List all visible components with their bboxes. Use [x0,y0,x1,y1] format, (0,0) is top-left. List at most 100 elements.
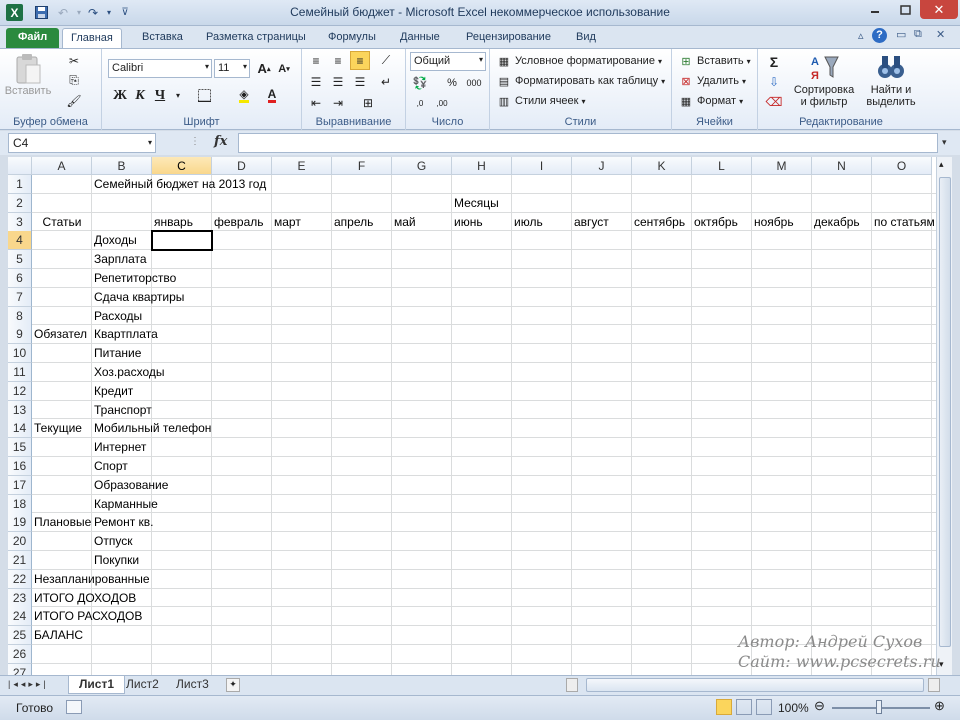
cell-e3[interactable]: март [272,213,301,232]
cell-b13[interactable]: Транспорт [92,401,152,420]
column-header-l[interactable]: L [692,157,752,175]
insert-sheet-icon[interactable]: ✦ [226,678,240,692]
row-header-3[interactable]: 3 [8,212,32,232]
row-header-5[interactable]: 5 [8,250,32,270]
zoom-out-icon[interactable]: ⊖ [814,698,825,714]
cell-n3[interactable]: декабрь [812,213,860,232]
cell-b12[interactable]: Кредит [92,382,133,401]
row-header-2[interactable]: 2 [8,193,32,213]
decrease-indent-icon[interactable]: ⇤ [306,93,326,112]
cell-b11[interactable]: Хоз.расходы [92,363,165,382]
row-header-19[interactable]: 19 [8,513,32,533]
cell-b9[interactable]: Квартплата [92,325,158,344]
percent-icon[interactable]: % [442,73,462,92]
cell-b15[interactable]: Интернет [92,438,146,457]
row-header-27[interactable]: 27 [8,663,32,675]
zoom-in-icon[interactable]: ⊕ [934,698,945,714]
cell-b7[interactable]: Сдача квартиры [92,288,184,307]
copy-icon[interactable]: ⎘ [64,71,84,90]
cell-l3[interactable]: октябрь [692,213,738,232]
tab-data[interactable]: Данные [392,28,448,48]
tab-view[interactable]: Вид [568,28,604,48]
workbook-close-icon[interactable]: ✕ [936,28,945,41]
cell-g3[interactable]: май [392,213,416,232]
cell-a19[interactable]: Плановые [32,513,91,532]
expand-formula-bar-icon[interactable]: ▾ [942,137,947,148]
row-header-23[interactable]: 23 [8,588,32,608]
scroll-thumb[interactable] [939,177,951,647]
cell-b20[interactable]: Отпуск [92,532,132,551]
italic-button[interactable]: К [130,86,150,105]
insert-function-button[interactable]: fx [214,134,227,149]
merge-center-icon[interactable]: ⊞ [358,93,378,112]
row-header-17[interactable]: 17 [8,475,32,495]
column-header-m[interactable]: M [752,157,812,175]
underline-button[interactable]: Ч [150,86,170,105]
column-header-f[interactable]: F [332,157,392,175]
tab-insert[interactable]: Вставка [134,28,191,48]
row-header-14[interactable]: 14 [8,419,32,439]
font-name-combo[interactable]: Calibri ▾ [108,59,212,78]
column-header-d[interactable]: D [212,157,272,175]
currency-icon[interactable]: 💱 [410,73,430,92]
macro-record-icon[interactable] [66,700,82,714]
workbook-minimize-icon[interactable]: ▭ [896,28,906,41]
sheet-tab-3[interactable]: Лист3 [166,676,219,694]
cell-a9[interactable]: Обязател [32,325,87,344]
cell-b18[interactable]: Карманные [92,495,158,514]
cell-b14[interactable]: Мобильный телефон [92,419,211,438]
cell-b17[interactable]: Образование [92,476,168,495]
cell-a24[interactable]: ИТОГО РАСХОДОВ [32,607,142,626]
cell-b16[interactable]: Спорт [92,457,128,476]
format-painter-icon[interactable]: 🖌 [64,91,84,110]
find-select-button[interactable]: Найти и выделить [862,53,920,108]
cell-a25[interactable]: БАЛАНС [32,626,83,645]
cell-h3[interactable]: июнь [452,213,483,232]
hscroll-right-icon[interactable] [928,678,940,692]
name-box[interactable]: C4 ▾ [8,133,156,153]
tab-home[interactable]: Главная [62,28,122,48]
decrease-decimal-icon[interactable]: ,00 [432,94,452,113]
cell-b5[interactable]: Зарплата [92,250,147,269]
cell-b21[interactable]: Покупки [92,551,139,570]
delete-cells-button[interactable]: ⊠ Удалить ▾ [678,73,746,89]
align-middle-icon[interactable]: ≡ [328,51,348,70]
close-icon[interactable]: ✕ [920,0,958,19]
formula-bar-handle-icon[interactable]: ⋮ [190,136,200,147]
sort-filter-button[interactable]: AЯ Сортировка и фильтр [792,53,856,108]
format-as-table-button[interactable]: ▤ Форматировать как таблицу ▾ [496,73,665,89]
cell-b6[interactable]: Репетиторство [92,269,176,288]
cut-icon[interactable]: ✂ [64,51,84,70]
conditional-formatting-button[interactable]: ▦ Условное форматирование ▾ [496,53,662,69]
row-header-11[interactable]: 11 [8,363,32,382]
borders-icon[interactable] [194,86,214,105]
column-header-c[interactable]: C [152,157,212,175]
cell-m3[interactable]: ноябрь [752,213,794,232]
help-icon[interactable]: ? [872,28,887,43]
column-header-b[interactable]: B [92,157,152,175]
row-header-22[interactable]: 22 [8,569,32,589]
page-layout-view-icon[interactable] [736,699,752,715]
active-cell-border[interactable] [151,230,213,252]
minimize-icon[interactable] [860,0,890,19]
column-header-j[interactable]: J [572,157,632,175]
row-header-25[interactable]: 25 [8,626,32,646]
tab-review[interactable]: Рецензирование [458,28,559,48]
vertical-scrollbar[interactable]: ▴ ▾ [936,157,952,675]
cell-b8[interactable]: Расходы [92,307,142,326]
cell-h2[interactable]: Месяцы [452,194,499,213]
cell-k3[interactable]: сентябрь [632,213,685,232]
cell-b10[interactable]: Питание [92,344,141,363]
cell-a23[interactable]: ИТОГО ДОХОДОВ [32,589,136,608]
column-header-e[interactable]: E [272,157,332,175]
clear-icon[interactable]: ⌫ [764,92,784,111]
ribbon-minimize-icon[interactable]: ▵ [858,29,864,42]
number-format-combo[interactable]: Общий ▾ [410,52,486,71]
row-header-12[interactable]: 12 [8,381,32,401]
font-size-combo[interactable]: 11 ▾ [214,59,250,78]
cell-c3[interactable]: январь [152,213,193,232]
align-bottom-icon[interactable]: ≡ [350,51,370,70]
worksheet-grid[interactable]: A B C D E F G H I J K L M N O 1 2 3 4 5 6 7 8 9 10 11 12 13 14 15 16 17… [8,157,936,675]
column-header-k[interactable]: K [632,157,692,175]
cell-a3[interactable]: Статьи [32,213,92,232]
